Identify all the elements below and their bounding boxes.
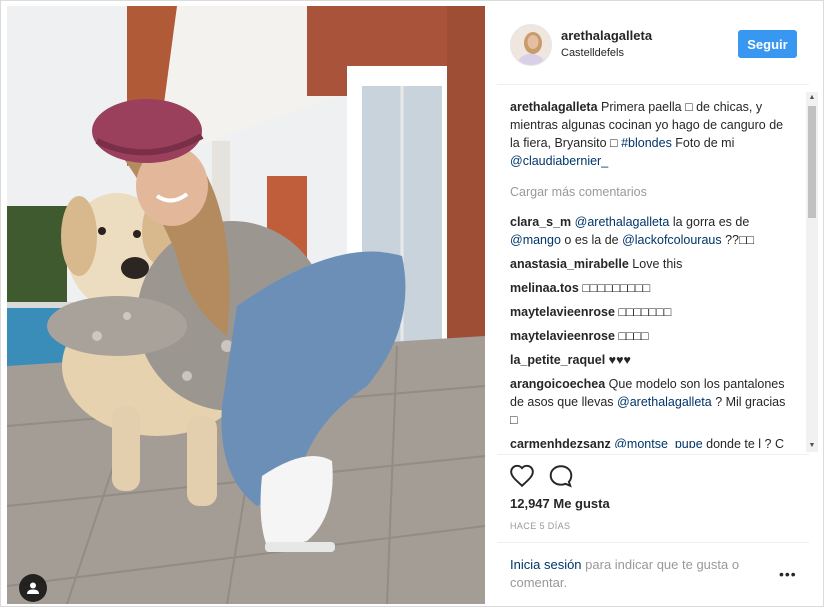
post-caption: arethalagalleta Primera paella □ de chic… xyxy=(510,98,792,170)
caption-hashtag[interactable]: #blondes xyxy=(621,136,672,150)
login-prompt-text: Inicia sesión para indicar que te gusta … xyxy=(510,556,770,592)
comment-item: anastasia_mirabelle Love this xyxy=(510,255,792,273)
comment-item: carmenhdezsanz @montse_pupe donde te l ?… xyxy=(510,435,792,448)
comment-text: ??□□ xyxy=(721,233,755,247)
comment-username[interactable]: melinaa.tos xyxy=(510,281,579,295)
comment-text: □□□□□□□ xyxy=(614,305,672,319)
comment-text: ? C xyxy=(764,437,784,448)
comment-button[interactable] xyxy=(548,463,574,489)
comment-text: ♥♥♥ xyxy=(605,353,631,367)
comment-mention[interactable]: @arethalagalleta xyxy=(575,215,670,229)
login-link[interactable]: Inicia sesión xyxy=(510,557,582,572)
comment-text: donde te xyxy=(702,437,755,448)
post-timestamp[interactable]: HACE 5 DÍAS xyxy=(510,521,570,531)
comment-item: maytelavieenrose □□□□ xyxy=(510,327,792,345)
comment-text: o es la de xyxy=(560,233,623,247)
comment-text: □□□□ xyxy=(614,329,649,343)
scroll-down-arrow-icon[interactable]: ▼ xyxy=(806,440,818,452)
photo-illustration xyxy=(7,6,485,604)
comment-username[interactable]: maytelavieenrose xyxy=(510,305,615,319)
comment-username[interactable]: anastasia_mirabelle xyxy=(510,257,629,271)
comment-mention[interactable]: @lackofcolouraus xyxy=(622,233,722,247)
comment-icon xyxy=(549,465,573,488)
post-side-panel: arethalagalleta Castelldefels Seguir are… xyxy=(486,6,821,604)
comments-list: arethalagalleta Primera paella □ de chic… xyxy=(510,98,792,448)
comment-item: clara_s_m @arethalagalleta la gorra es d… xyxy=(510,213,792,249)
avatar-image xyxy=(511,25,551,65)
comments-scrollbar[interactable]: ▲ ▼ xyxy=(806,92,818,452)
post-header: arethalagalleta Castelldefels Seguir xyxy=(497,6,809,85)
like-button[interactable] xyxy=(509,463,535,489)
header-location[interactable]: Castelldefels xyxy=(561,47,624,59)
post-actions: 12,947 Me gusta HACE 5 DÍAS Inicia sesió… xyxy=(497,454,809,595)
comment-mention[interactable]: @montse_pupe xyxy=(614,437,702,448)
like-count[interactable]: 12,947 Me gusta xyxy=(510,496,610,511)
comment-username[interactable]: arangoicoechea xyxy=(510,377,605,391)
caption-text-2: Foto de mi xyxy=(671,136,735,150)
comment-item: la_petite_raquel ♥♥♥ xyxy=(510,351,792,369)
comment-username[interactable]: clara_s_m xyxy=(510,215,571,229)
heart-icon xyxy=(510,464,534,488)
comment-mention[interactable]: @arethalagalleta xyxy=(617,395,712,409)
comment-username[interactable]: carmenhdezsanz xyxy=(510,437,611,448)
user-icon xyxy=(27,582,39,594)
caption-mention[interactable]: @claudiabernier_ xyxy=(510,154,608,168)
comment-item: arangoicoechea Que modelo son los pantal… xyxy=(510,375,792,429)
comment-text: □□□□□□□□□ xyxy=(578,281,651,295)
comment-item: maytelavieenrose □□□□□□□ xyxy=(510,303,792,321)
login-prompt: Inicia sesión para indicar que te gusta … xyxy=(497,542,809,593)
post-photo[interactable] xyxy=(7,6,485,604)
comment-text: la gorra es de xyxy=(669,215,750,229)
scroll-thumb[interactable] xyxy=(808,106,816,218)
avatar[interactable] xyxy=(510,24,552,66)
header-username[interactable]: arethalagalleta xyxy=(561,28,652,43)
comment-mention[interactable]: @mango xyxy=(510,233,561,247)
caption-username[interactable]: arethalagalleta xyxy=(510,100,598,114)
comment-rows: clara_s_m @arethalagalleta la gorra es d… xyxy=(510,213,792,448)
post-dialog: arethalagalleta Castelldefels Seguir are… xyxy=(0,0,824,607)
follow-button[interactable]: Seguir xyxy=(738,30,797,58)
comment-text: Love this xyxy=(628,257,683,271)
load-more-comments-link[interactable]: Cargar más comentarios xyxy=(510,183,792,201)
comment-username[interactable]: la_petite_raquel xyxy=(510,353,605,367)
scroll-up-arrow-icon[interactable]: ▲ xyxy=(806,92,818,104)
comment-username[interactable]: maytelavieenrose xyxy=(510,329,615,343)
more-options-button[interactable]: ••• xyxy=(779,567,799,581)
photo-tag-button[interactable] xyxy=(19,574,47,602)
comment-item: melinaa.tos □□□□□□□□□ xyxy=(510,279,792,297)
